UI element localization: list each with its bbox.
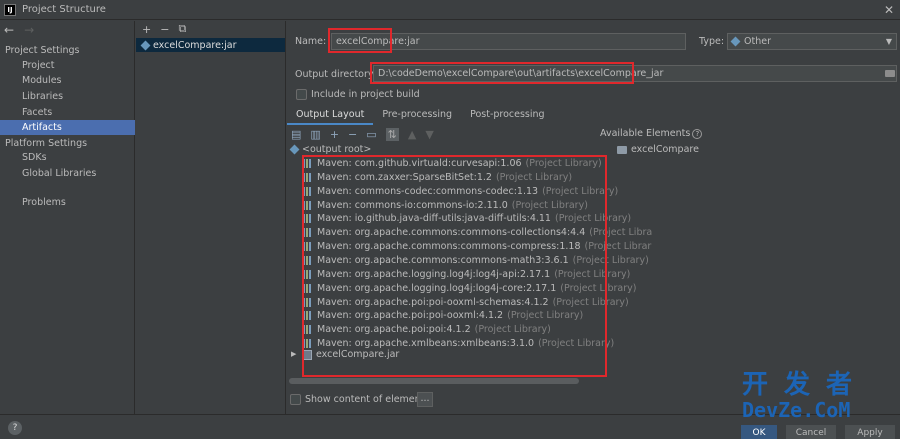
highlight-output-dir — [370, 62, 634, 84]
output-dir-label: Output directory: — [295, 69, 377, 80]
available-elements-title: Available Elements? — [600, 128, 703, 139]
available-elements-label: Available Elements — [600, 128, 691, 139]
show-content-label: Show content of elements — [305, 394, 430, 405]
tab-pre-processing[interactable]: Pre-processing — [373, 105, 461, 125]
tab-output-layout[interactable]: Output Layout — [287, 105, 374, 125]
type-label: Type: — [699, 36, 725, 47]
artifact-item[interactable]: excelCompare:jar — [136, 38, 285, 52]
archive-icon[interactable]: ▥ — [310, 128, 320, 141]
remove-icon[interactable]: − — [348, 128, 357, 141]
help-circle-icon[interactable]: ? — [692, 129, 703, 139]
expand-arrow-icon[interactable]: ▶ — [291, 348, 299, 361]
artifact-item-label: excelCompare:jar — [153, 39, 237, 51]
nav-item-modules[interactable]: Modules — [22, 73, 62, 88]
include-in-build-label: Include in project build — [311, 89, 420, 100]
dialog-footer: ? OK Cancel Apply — [0, 414, 900, 439]
nav-header-platform-settings: Platform Settings — [5, 138, 88, 149]
horizontal-scrollbar[interactable] — [289, 378, 597, 384]
forward-arrow-icon[interactable]: → — [24, 23, 34, 37]
scrollbar-thumb[interactable] — [289, 378, 579, 384]
tab-post-processing[interactable]: Post-processing — [461, 105, 554, 125]
include-in-build-checkbox[interactable] — [296, 89, 307, 100]
add-icon[interactable]: + — [330, 128, 339, 141]
nav-item-sdks[interactable]: SDKs — [22, 150, 47, 165]
move-down-icon[interactable]: ▼ — [425, 128, 433, 141]
show-content-option: Show content of elements — [290, 394, 429, 405]
show-content-checkbox[interactable] — [290, 394, 301, 405]
ellipsis-button[interactable]: ... — [417, 392, 433, 407]
title-bar: IJ Project Structure ✕ — [0, 0, 900, 20]
create-directory-icon[interactable]: ▤ — [291, 128, 301, 141]
highlight-library-list — [302, 155, 607, 377]
artifact-icon — [140, 40, 151, 50]
intellij-icon: IJ — [4, 3, 16, 16]
output-root-icon — [289, 144, 300, 155]
nav-item-facets[interactable]: Facets — [22, 105, 52, 120]
nav-item-global-libraries[interactable]: Global Libraries — [22, 166, 96, 181]
sort-icon[interactable]: ⇅ — [385, 128, 399, 141]
highlight-name — [328, 28, 392, 53]
type-select[interactable]: Other ▼ — [727, 33, 897, 50]
apply-button[interactable]: Apply — [845, 425, 895, 439]
window-title: Project Structure — [22, 4, 106, 15]
nav-item-problems[interactable]: Problems — [22, 195, 66, 210]
add-icon[interactable]: + — [142, 23, 151, 36]
remove-icon[interactable]: − — [160, 23, 169, 36]
available-element-label: excelCompare — [631, 144, 699, 155]
ok-button[interactable]: OK — [741, 425, 777, 439]
folder-icon — [617, 145, 627, 154]
extract-icon[interactable]: ▭ — [366, 128, 376, 141]
nav-item-libraries[interactable]: Libraries — [22, 89, 63, 104]
move-up-icon[interactable]: ▲ — [408, 128, 416, 141]
nav-item-artifacts[interactable]: Artifacts — [0, 120, 135, 135]
chevron-down-icon: ▼ — [885, 37, 892, 46]
nav-header-project-settings: Project Settings — [5, 45, 80, 56]
nav-history: ← → — [4, 23, 34, 37]
copy-icon[interactable]: ⧉ — [178, 22, 186, 36]
artifact-list-panel: + − ⧉ excelCompare:jar — [136, 21, 286, 414]
name-label: Name: — [295, 36, 327, 47]
type-select-value: Other — [744, 36, 771, 47]
back-arrow-icon[interactable]: ← — [4, 23, 14, 37]
artifact-list-toolbar: + − ⧉ — [136, 21, 285, 37]
browse-folder-icon[interactable] — [885, 70, 895, 77]
close-icon[interactable]: ✕ — [884, 3, 894, 17]
available-element-item[interactable]: excelCompare — [617, 144, 699, 155]
type-other-icon — [730, 36, 741, 47]
cancel-button[interactable]: Cancel — [786, 425, 836, 439]
nav-item-project[interactable]: Project — [22, 58, 55, 73]
help-button[interactable]: ? — [8, 421, 22, 435]
settings-nav: ← → Project Settings Project Modules Lib… — [0, 21, 135, 414]
layout-toolbar: ▤ ▥ + − ▭ ⇅ ▲ ▼ — [291, 128, 434, 141]
artifact-tabs: Output Layout Pre-processing Post-proces… — [287, 105, 554, 125]
